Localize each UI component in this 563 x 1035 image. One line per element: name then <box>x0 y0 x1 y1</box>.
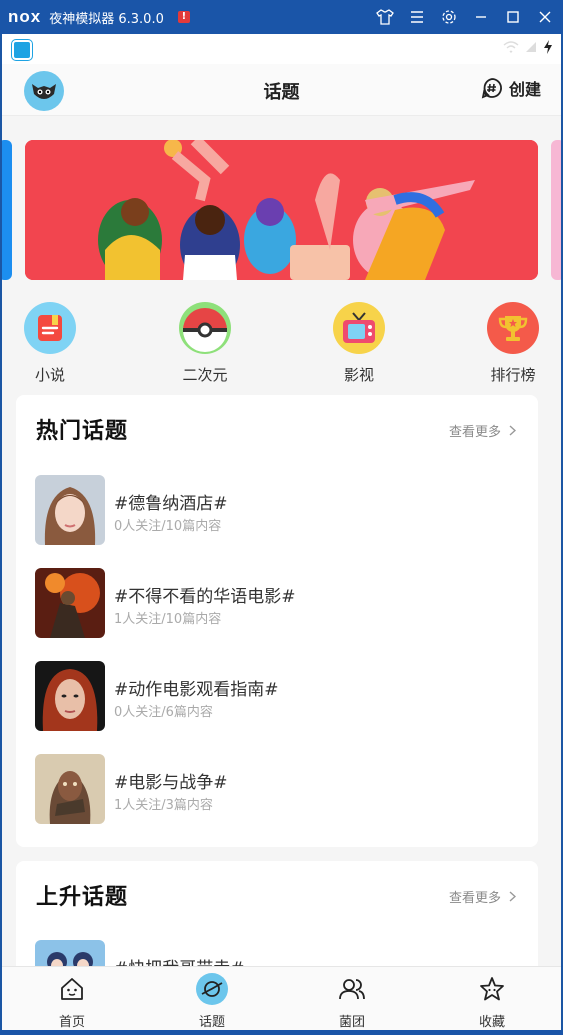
see-more-link[interactable]: 查看更多 <box>449 887 516 906</box>
create-label: 创建 <box>508 80 541 99</box>
card-header: 热门话题 查看更多 <box>16 395 538 461</box>
create-topic-button[interactable]: 创建 <box>481 76 541 100</box>
group-icon <box>336 973 368 1005</box>
page-title: 话题 <box>263 82 300 103</box>
chevron-right-icon <box>509 891 516 902</box>
topic-name: #动作电影观看指南# <box>114 680 279 700</box>
nav-label: 收藏 <box>478 1015 505 1030</box>
card-header: 上升话题 查看更多 <box>16 861 538 927</box>
category-label: 二次元 <box>182 366 228 384</box>
see-more-link[interactable]: 查看更多 <box>449 421 516 440</box>
category-film[interactable]: 影视 <box>319 302 399 385</box>
topic-thumbnail <box>35 475 105 545</box>
topic-meta: 1人关注/3篇内容 <box>114 798 213 813</box>
status-icons <box>503 40 553 54</box>
topic-thumbnail <box>35 754 105 824</box>
topic-meta: 0人关注/6篇内容 <box>114 705 213 720</box>
banner-next-peek[interactable] <box>551 140 561 280</box>
emulator-bottom-border <box>0 1030 563 1035</box>
emulator-title: 夜神模拟器 6.3.0.0 <box>49 11 164 27</box>
nav-group[interactable]: 菌团 <box>307 973 397 1030</box>
home-icon <box>56 973 88 1005</box>
section-title: 热门话题 <box>36 419 129 444</box>
see-more-label: 查看更多 <box>448 891 501 906</box>
topic-planet-icon <box>196 973 228 1005</box>
category-row: 小说 二次元 影视 排行榜 <box>2 302 561 390</box>
category-novel[interactable]: 小说 <box>10 302 90 385</box>
topic-thumbnail <box>35 661 105 731</box>
banner-carousel[interactable] <box>2 140 561 280</box>
topic-row[interactable]: #不得不看的华语电影# 1人关注/10篇内容 <box>16 568 538 661</box>
topic-name: #不得不看的华语电影# <box>114 587 296 607</box>
see-more-label: 查看更多 <box>448 425 501 440</box>
maximize-icon[interactable] <box>501 5 525 29</box>
category-ranking[interactable]: 排行榜 <box>473 302 553 385</box>
minimize-icon[interactable] <box>469 5 493 29</box>
hashtag-bubble-icon <box>481 78 502 99</box>
banner-slide[interactable] <box>25 140 538 280</box>
wifi-icon <box>503 41 519 53</box>
close-icon[interactable] <box>533 5 557 29</box>
nav-label: 首页 <box>58 1015 85 1030</box>
bottom-nav: 首页 话题 菌团 收藏 <box>2 966 561 1030</box>
topic-row[interactable]: #电影与战争# 1人关注/3篇内容 <box>16 754 538 847</box>
topic-name: #德鲁纳酒店# <box>114 494 228 514</box>
category-label: 小说 <box>34 366 65 384</box>
section-title: 上升话题 <box>36 885 129 910</box>
star-icon <box>476 973 508 1005</box>
status-bar <box>2 34 561 64</box>
topic-thumbnail <box>35 568 105 638</box>
topic-meta: 1人关注/10篇内容 <box>114 612 222 627</box>
nav-favorites[interactable]: 收藏 <box>447 973 537 1030</box>
chevron-right-icon <box>509 425 516 436</box>
category-anime[interactable]: 二次元 <box>165 302 245 385</box>
trophy-icon <box>487 302 539 354</box>
banner-prev-peek[interactable] <box>2 140 12 280</box>
emulator-controls <box>373 0 557 34</box>
nav-topic[interactable]: 话题 <box>167 973 257 1030</box>
menu-icon[interactable] <box>405 5 429 29</box>
shirt-icon[interactable] <box>373 5 397 29</box>
warning-icon[interactable]: ! <box>177 11 190 23</box>
settings-icon[interactable] <box>437 5 461 29</box>
nav-label: 菌团 <box>338 1015 365 1030</box>
notification-app-icon <box>12 40 32 60</box>
nav-home[interactable]: 首页 <box>27 973 117 1030</box>
battery-charging-icon <box>544 40 552 54</box>
topic-row[interactable]: #动作电影观看指南# 0人关注/6篇内容 <box>16 661 538 754</box>
app-header: 话题 创建 <box>2 64 561 116</box>
nav-label: 话题 <box>198 1015 225 1030</box>
topic-row[interactable]: #德鲁纳酒店# 0人关注/10篇内容 <box>16 475 538 568</box>
emulator-logo: nox <box>8 7 42 26</box>
topic-meta: 0人关注/10篇内容 <box>114 519 222 534</box>
banner-illustration <box>25 140 538 280</box>
phone-screen: 话题 创建 小说 二次元 影视 排行榜 热门话题 查看更多 #德鲁纳酒店# 0人… <box>2 34 561 1030</box>
tv-icon <box>333 302 385 354</box>
book-icon <box>24 302 76 354</box>
signal-icon <box>526 42 536 52</box>
hot-topics-card: 热门话题 查看更多 #德鲁纳酒店# 0人关注/10篇内容 #不得不看的华语电影#… <box>16 395 538 847</box>
category-label: 排行榜 <box>490 366 536 384</box>
topic-name: #电影与战争# <box>114 773 228 793</box>
emulator-titlebar: nox 夜神模拟器 6.3.0.0 ! <box>0 0 563 34</box>
pokeball-icon <box>179 302 231 354</box>
category-label: 影视 <box>343 366 374 384</box>
